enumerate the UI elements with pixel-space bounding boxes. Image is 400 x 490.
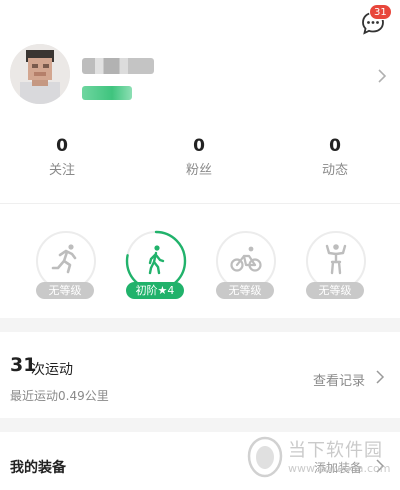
fitness-level-badge: 无等级 [306,282,364,299]
followers-count: 0 [193,136,205,156]
workout-count-unit: 次运动 [31,362,73,378]
chevron-right-icon [376,370,385,384]
workout-summary[interactable]: 31 次运动 最近运动0.49公里 查看记录 [0,332,400,418]
following-label: 关注 [48,163,75,178]
profile-row[interactable] [0,40,400,122]
fitness-icon [325,244,347,275]
recent-workout-distance: 最近运动0.49公里 [10,389,109,403]
cycling-icon [230,246,262,272]
sport-fitness[interactable]: 无等级 [296,228,376,308]
running-level-badge: 无等级 [36,282,94,299]
my-gear-title: 我的装备 [10,460,66,476]
posts-count: 0 [329,136,341,156]
chevron-right-icon [378,69,387,83]
posts-label: 动态 [321,163,348,178]
sport-levels: 无等级 初阶★4 无等级 无等级 [0,206,400,318]
chevron-right-icon [376,459,385,473]
divider [0,203,400,204]
running-icon [51,244,77,274]
view-records-link[interactable]: 查看记录 [313,370,365,389]
my-gear-section[interactable]: 我的装备 添加装备 [0,432,400,490]
sport-cycling[interactable]: 无等级 [206,228,286,308]
avatar-image [10,44,70,104]
walking-level-badge: 初阶★4 [126,282,184,299]
stat-followers[interactable]: 0 粉丝 [149,136,249,179]
section-gap [0,318,400,332]
user-level-blurred [82,86,132,100]
stat-posts[interactable]: 0 动态 [285,136,385,179]
avatar[interactable] [10,44,70,104]
cycling-level-badge: 无等级 [216,282,274,299]
following-count: 0 [56,136,68,156]
nickname-blurred [82,58,154,74]
walking-icon [148,245,165,275]
message-count-badge: 31 [369,4,392,20]
section-gap [0,418,400,432]
followers-label: 粉丝 [185,163,212,178]
sport-running[interactable]: 无等级 [26,228,106,308]
stats-row: 0 关注 0 粉丝 0 动态 [0,136,400,196]
stat-following[interactable]: 0 关注 [12,136,112,179]
add-gear-link[interactable]: 添加装备 [314,459,362,476]
sport-walking[interactable]: 初阶★4 [116,228,196,308]
